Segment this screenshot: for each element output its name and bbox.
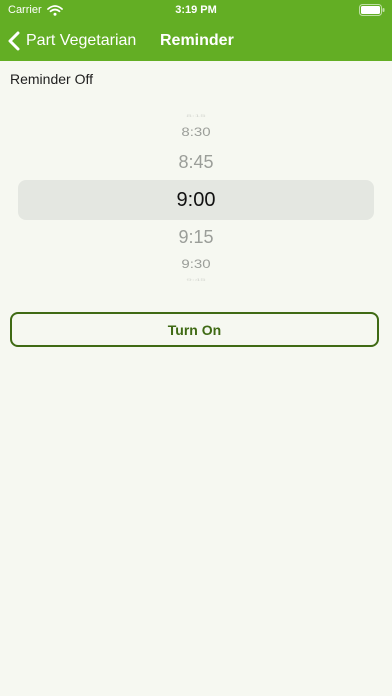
picker-option[interactable]: 9:45 <box>18 278 374 283</box>
picker-option[interactable]: 9:15 <box>18 225 374 249</box>
chevron-left-icon <box>8 31 20 50</box>
reminder-status-label: Reminder Off <box>10 71 93 87</box>
picker-option[interactable]: 8:15 <box>18 114 374 119</box>
status-bar: Carrier 3:19 PM <box>0 0 392 20</box>
status-time: 3:19 PM <box>175 4 217 16</box>
picker-option[interactable]: 8:30 <box>18 126 374 140</box>
turn-on-button[interactable]: Turn On <box>10 312 379 347</box>
navigation-bar: Part Vegetarian Reminder <box>0 20 392 61</box>
page-title: Reminder <box>160 32 234 49</box>
picker-option[interactable]: 8:45 <box>18 150 374 174</box>
app-header: Carrier 3:19 PM Part Vegetarian Reminder <box>0 0 392 61</box>
back-button[interactable]: Part Vegetarian <box>8 20 136 61</box>
battery-icon <box>359 4 385 16</box>
time-picker[interactable]: 8:15 8:30 8:45 9:00 9:15 9:30 9:45 <box>18 110 374 286</box>
back-button-label: Part Vegetarian <box>26 31 137 49</box>
picker-option[interactable]: 9:30 <box>18 258 374 272</box>
picker-selected-option[interactable]: 9:00 <box>18 185 374 215</box>
